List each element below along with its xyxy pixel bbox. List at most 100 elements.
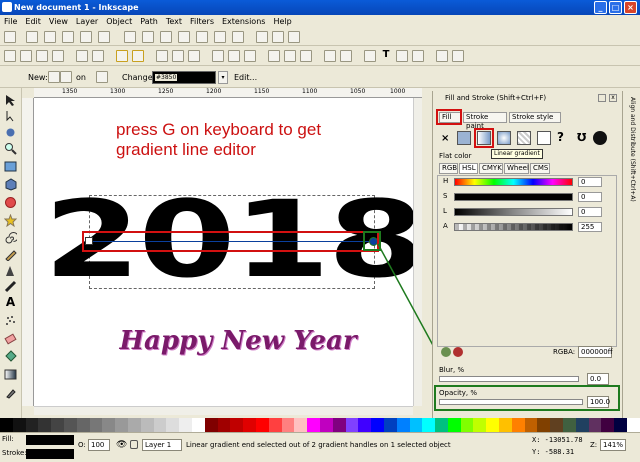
palette-swatch[interactable] — [422, 418, 436, 432]
menu-filters[interactable]: Filters — [190, 15, 214, 28]
copy-icon[interactable] — [156, 50, 168, 62]
palette-swatch[interactable] — [358, 418, 372, 432]
zoom-selection-icon[interactable] — [212, 50, 224, 62]
palette-swatch[interactable] — [102, 418, 116, 432]
text-tool-icon[interactable]: A — [4, 296, 17, 309]
no-paint-icon[interactable]: × — [441, 133, 449, 144]
snap-intersection-icon[interactable] — [160, 31, 172, 43]
blur-slider[interactable] — [439, 376, 579, 382]
slider-a[interactable]: A 255 — [440, 222, 606, 233]
menu-object[interactable]: Object — [106, 15, 132, 28]
palette-swatch[interactable] — [127, 418, 141, 432]
slider-s-track[interactable] — [454, 193, 573, 201]
unset-paint-icon[interactable]: ? — [557, 130, 564, 144]
slider-a-value[interactable]: 255 — [578, 222, 602, 232]
color-tab-wheel[interactable]: Wheel — [504, 163, 529, 174]
tab-stroke-paint[interactable]: Stroke paint — [463, 112, 507, 130]
horizontal-scrollbar[interactable] — [34, 406, 413, 415]
snap-corner-icon[interactable] — [62, 31, 74, 43]
snap-page-icon[interactable] — [256, 31, 268, 43]
fill-rule-nonzero-icon[interactable] — [593, 131, 607, 145]
clone-icon[interactable] — [284, 50, 296, 62]
radial-gradient-new-icon[interactable] — [60, 71, 72, 83]
edit-gradient-button[interactable]: Edit... — [234, 73, 257, 82]
paste-icon[interactable] — [188, 50, 200, 62]
open-icon[interactable] — [20, 50, 32, 62]
ellipse-tool-icon[interactable] — [4, 196, 17, 209]
palette-swatch[interactable] — [486, 418, 500, 432]
menu-view[interactable]: View — [49, 15, 68, 28]
palette-swatch[interactable] — [217, 418, 231, 432]
menu-edit[interactable]: Edit — [25, 15, 41, 28]
lock-icon[interactable] — [130, 440, 138, 449]
radial-gradient-icon[interactable] — [497, 131, 511, 145]
slider-h-track[interactable] — [454, 178, 573, 186]
palette-swatch[interactable] — [332, 418, 346, 432]
palette-swatch[interactable] — [204, 418, 218, 432]
print-icon[interactable] — [52, 50, 64, 62]
color-palette[interactable] — [0, 418, 640, 432]
eraser-tool-icon[interactable] — [4, 332, 17, 345]
minimize-button[interactable]: _ — [594, 1, 607, 14]
group-icon[interactable] — [324, 50, 336, 62]
zoom-page-icon[interactable] — [244, 50, 256, 62]
rgba-input[interactable]: 000000ff — [578, 346, 613, 358]
gradient-selector[interactable]: #3850 — [152, 71, 216, 84]
dropper-tool-icon[interactable] — [4, 386, 17, 399]
palette-swatch[interactable] — [550, 418, 564, 432]
palette-swatch[interactable] — [409, 418, 423, 432]
snap-path-icon[interactable] — [142, 31, 154, 43]
palette-swatch[interactable] — [38, 418, 52, 432]
palette-swatch[interactable] — [473, 418, 487, 432]
palette-swatch[interactable] — [63, 418, 77, 432]
preferences-icon[interactable] — [436, 50, 448, 62]
tweak-tool-icon[interactable] — [4, 126, 17, 139]
panel-close-icon[interactable]: x — [609, 94, 617, 102]
slider-a-track[interactable] — [454, 223, 573, 231]
palette-swatch[interactable] — [12, 418, 26, 432]
layer-selector[interactable]: Layer 1 — [142, 439, 182, 451]
save-icon[interactable] — [36, 50, 48, 62]
palette-swatch[interactable] — [25, 418, 39, 432]
blur-input[interactable]: 0.0 — [587, 373, 609, 385]
import-icon[interactable] — [76, 50, 88, 62]
opacity-field[interactable]: 100 — [88, 439, 110, 451]
rectangle-tool-icon[interactable] — [4, 160, 17, 173]
menu-layer[interactable]: Layer — [76, 15, 98, 28]
tab-stroke-style[interactable]: Stroke style — [509, 112, 561, 123]
snap-line-mid-icon[interactable] — [214, 31, 226, 43]
palette-swatch[interactable] — [511, 418, 525, 432]
palette-swatch[interactable] — [563, 418, 576, 432]
spiral-tool-icon[interactable] — [4, 232, 17, 245]
snap-edge-icon[interactable] — [44, 31, 56, 43]
palette-swatch[interactable] — [294, 418, 308, 432]
snap-toggle-icon[interactable] — [4, 31, 16, 43]
palette-swatch[interactable] — [51, 418, 64, 432]
palette-swatch[interactable] — [243, 418, 256, 432]
fill-swatch[interactable] — [26, 435, 74, 445]
snap-nodes-icon[interactable] — [124, 31, 136, 43]
palette-swatch[interactable] — [179, 418, 192, 432]
visibility-eye-icon[interactable]: 👁 — [116, 440, 127, 450]
snap-smooth-icon[interactable] — [196, 31, 208, 43]
panel-iconify-icon[interactable] — [598, 94, 606, 102]
snap-bbox-icon[interactable] — [26, 31, 38, 43]
stroke-swatch[interactable] — [26, 449, 74, 459]
color-tab-cms[interactable]: CMS — [530, 163, 550, 174]
slider-l-value[interactable]: 0 — [578, 207, 602, 217]
unlink-clone-icon[interactable] — [300, 50, 312, 62]
palette-swatch[interactable] — [524, 418, 538, 432]
palette-swatch[interactable] — [89, 418, 103, 432]
maximize-button[interactable]: □ — [609, 1, 622, 14]
snap-object-mid-icon[interactable] — [232, 31, 244, 43]
palette-swatch[interactable] — [435, 418, 448, 432]
menu-text[interactable]: Text — [166, 15, 182, 28]
drawing-canvas[interactable]: press G on keyboard to get gradient line… — [34, 98, 422, 406]
palette-swatch[interactable] — [460, 418, 474, 432]
align-distribute-strip[interactable]: Align and Distribute (Shift+Ctrl+A) — [622, 91, 640, 418]
snap-center-icon[interactable] — [98, 31, 110, 43]
zoom-tool-icon[interactable] — [4, 142, 17, 155]
palette-swatch[interactable] — [447, 418, 461, 432]
palette-swatch[interactable] — [255, 418, 269, 432]
align-distribute-icon[interactable] — [412, 50, 424, 62]
